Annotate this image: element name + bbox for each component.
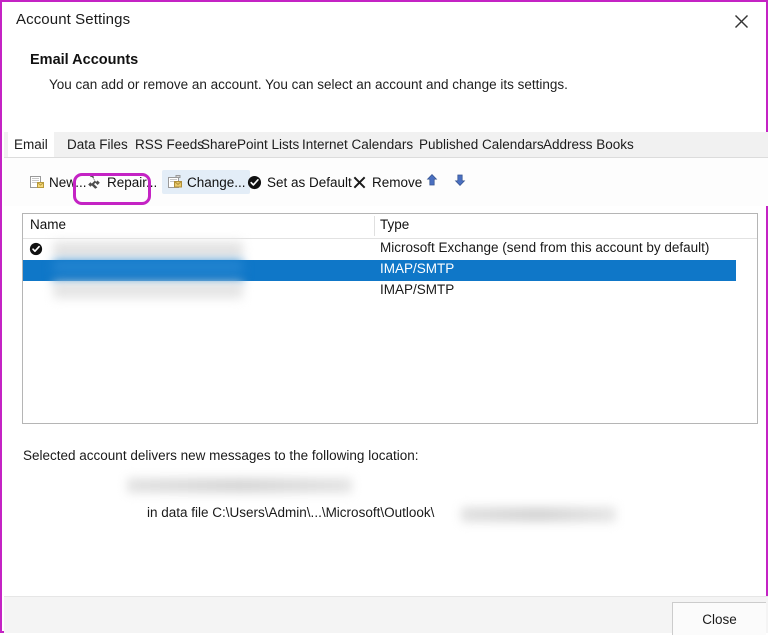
tab-strip: Email Data Files RSS Feeds SharePoint Li… xyxy=(4,132,768,158)
change-button[interactable]: Change... xyxy=(162,170,250,194)
table-row-selected[interactable]: IMAP/SMTP xyxy=(23,260,757,281)
tab-data-files[interactable]: Data Files xyxy=(61,132,134,157)
tab-sharepoint-lists[interactable]: SharePoint Lists xyxy=(195,132,305,157)
column-header-type[interactable]: Type xyxy=(380,217,409,232)
delivery-location-label: Selected account delivers new messages t… xyxy=(23,448,419,463)
move-up-button[interactable] xyxy=(422,172,442,192)
repair-button[interactable]: Repair... xyxy=(82,170,161,194)
change-button-label: Change... xyxy=(187,174,246,190)
set-as-default-button[interactable]: Set as Default xyxy=(242,170,356,194)
close-x-icon[interactable] xyxy=(724,6,758,36)
title-bar: Account Settings xyxy=(2,2,766,40)
account-type: IMAP/SMTP xyxy=(380,282,455,297)
window-title: Account Settings xyxy=(16,11,131,28)
check-circle-icon xyxy=(246,174,263,191)
remove-button-label: Remove xyxy=(372,174,423,190)
change-account-icon xyxy=(166,174,183,191)
header-block: Email Accounts You can add or remove an … xyxy=(2,40,766,128)
close-button[interactable]: Close xyxy=(672,602,766,635)
tab-email[interactable]: Email xyxy=(8,132,54,157)
remove-x-icon xyxy=(351,174,368,191)
redacted-account-name xyxy=(53,283,243,299)
arrow-up-icon xyxy=(425,173,439,192)
account-type: IMAP/SMTP xyxy=(380,261,455,276)
table-row[interactable]: IMAP/SMTP xyxy=(23,281,757,302)
new-account-icon xyxy=(28,174,45,191)
redacted-account-name xyxy=(53,261,243,280)
new-button-label: New... xyxy=(49,174,87,190)
default-account-check-icon xyxy=(29,242,43,256)
page-title: Email Accounts xyxy=(30,52,139,68)
repair-wrench-icon xyxy=(86,174,103,191)
set-as-default-label: Set as Default xyxy=(267,174,352,190)
new-button[interactable]: New... xyxy=(24,170,91,194)
redacted-account-name xyxy=(53,241,243,257)
column-header-name[interactable]: Name xyxy=(30,217,66,232)
data-file-path: in data file C:\Users\Admin\...\Microsof… xyxy=(147,505,435,520)
account-settings-dialog: Account Settings Email Accounts You can … xyxy=(0,0,768,635)
account-list[interactable]: Name Type Microsoft Exchange (send from … xyxy=(22,213,758,424)
account-type: Microsoft Exchange (send from this accou… xyxy=(380,240,710,255)
remove-button[interactable]: Remove xyxy=(347,170,426,194)
table-row[interactable]: Microsoft Exchange (send from this accou… xyxy=(23,239,757,260)
tab-address-books[interactable]: Address Books xyxy=(537,132,640,157)
footer xyxy=(4,597,768,633)
redacted-data-file-name xyxy=(461,507,621,524)
column-divider xyxy=(374,216,375,236)
tab-published-calendars[interactable]: Published Calendars xyxy=(413,132,550,157)
toolbar: New... Repair... Change... Set as Defaul… xyxy=(4,158,768,206)
tab-internet-calendars[interactable]: Internet Calendars xyxy=(296,132,419,157)
repair-button-label: Repair... xyxy=(107,174,158,190)
page-description: You can add or remove an account. You ca… xyxy=(49,77,568,92)
account-list-header: Name Type xyxy=(23,214,757,239)
move-down-button[interactable] xyxy=(450,172,470,192)
redacted-delivery-folder xyxy=(127,478,362,495)
arrow-down-icon xyxy=(453,173,467,192)
